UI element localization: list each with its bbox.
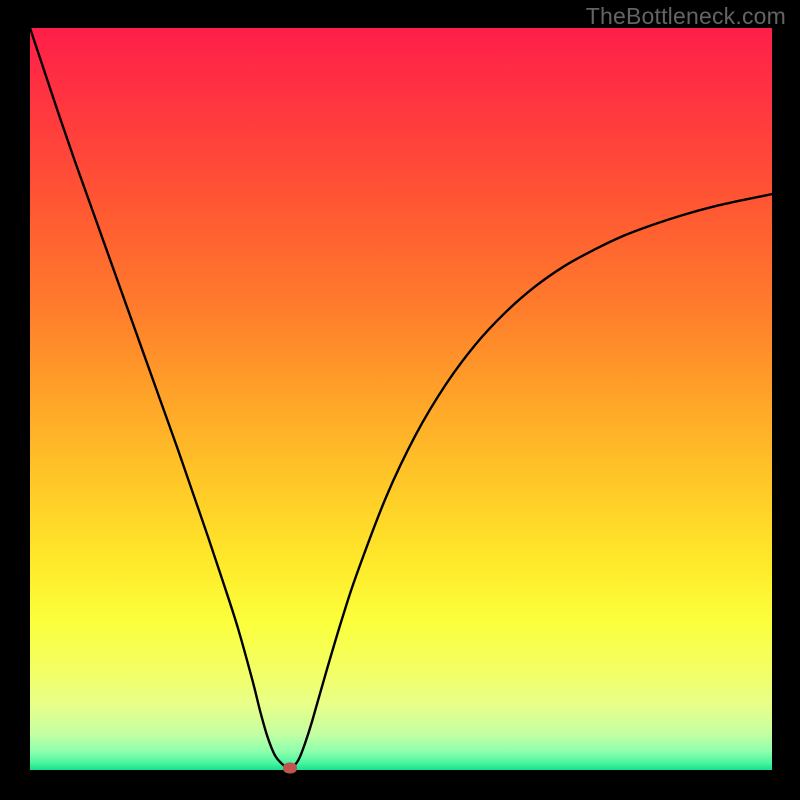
plot-area bbox=[30, 28, 772, 770]
minimum-marker-dot bbox=[283, 762, 297, 773]
chart-frame: TheBottleneck.com bbox=[0, 0, 800, 800]
chart-svg bbox=[30, 28, 772, 770]
watermark-text: TheBottleneck.com bbox=[586, 3, 786, 30]
gradient-background bbox=[30, 28, 772, 770]
